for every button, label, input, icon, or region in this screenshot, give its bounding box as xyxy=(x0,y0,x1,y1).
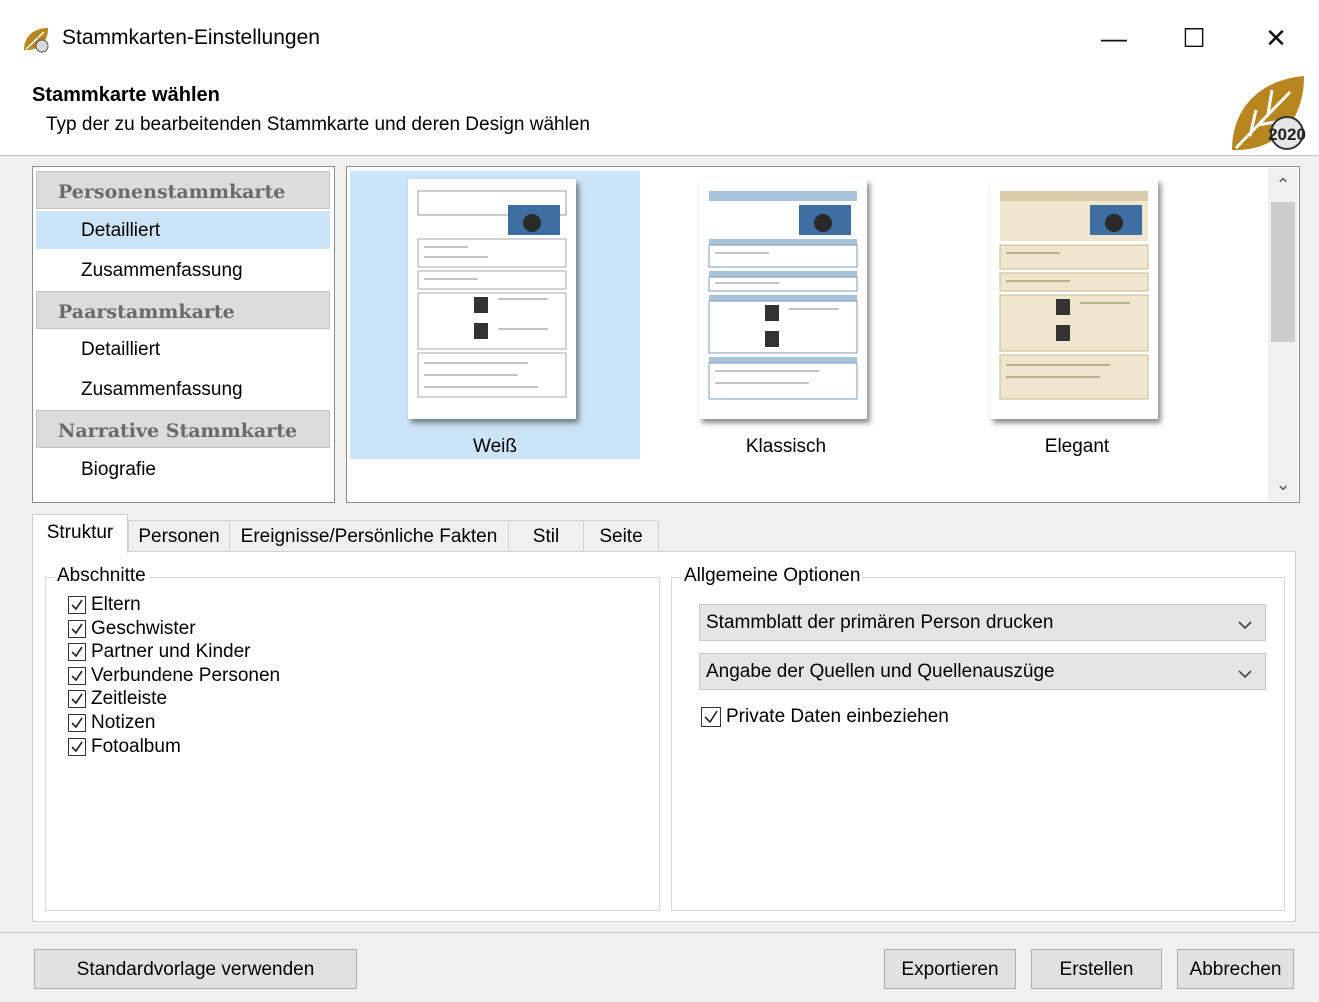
checkbox-verbundene-personen[interactable]: Verbundene Personen xyxy=(68,665,280,687)
logo-year: 2020 xyxy=(1268,125,1306,144)
tab-personen[interactable]: Personen xyxy=(128,520,230,552)
chevron-down-icon xyxy=(1237,615,1253,637)
design-label-klassisch: Klassisch xyxy=(745,436,827,457)
tab-panel-struktur: Abschnitte Eltern Geschwister Partner un… xyxy=(32,551,1296,922)
design-tile-weiss[interactable]: Weiß xyxy=(350,171,640,459)
print-mode-dropdown[interactable]: Stammblatt der primären Person drucken xyxy=(699,604,1266,641)
close-icon: ✕ xyxy=(1265,22,1287,53)
app-leaf-icon xyxy=(20,24,52,54)
card-type-item-paar-detailliert[interactable]: Detailliert xyxy=(36,330,330,368)
sources-dropdown[interactable]: Angabe der Quellen und Quellenauszüge xyxy=(699,653,1266,690)
gallery-scrollbar[interactable]: ⌃ ⌄ xyxy=(1268,168,1298,501)
design-preview-klassisch xyxy=(699,179,867,419)
window-title: Stammkarten-Einstellungen xyxy=(62,26,320,49)
scroll-up-icon[interactable]: ⌃ xyxy=(1268,170,1298,200)
group-paarstammkarte: Paarstammkarte xyxy=(36,291,330,329)
card-type-item-person-detailliert[interactable]: Detailliert xyxy=(36,211,330,249)
tab-seite[interactable]: Seite xyxy=(583,520,659,552)
checkbox-label: Notizen xyxy=(91,712,156,733)
checkbox-geschwister[interactable]: Geschwister xyxy=(68,618,196,640)
maximize-button[interactable]: ☐ xyxy=(1164,12,1224,64)
scroll-thumb[interactable] xyxy=(1271,202,1295,342)
checkbox-fotoalbum[interactable]: Fotoalbum xyxy=(68,736,181,758)
group-narrative-stammkarte: Narrative Stammkarte xyxy=(36,410,330,448)
minimize-icon: — xyxy=(1101,22,1127,53)
page-title: Stammkarte wählen xyxy=(32,84,220,106)
design-label-elegant: Elegant xyxy=(1044,436,1110,457)
checkmark-icon xyxy=(68,596,86,614)
sources-value: Angabe der Quellen und Quellenauszüge xyxy=(706,661,1055,682)
app-logo: 2020 xyxy=(1228,70,1308,154)
checkbox-label: Fotoalbum xyxy=(91,736,181,757)
group-personenstammkarte: Personenstammkarte xyxy=(36,171,330,209)
close-button[interactable]: ✕ xyxy=(1246,12,1306,64)
design-preview-weiss xyxy=(408,179,576,419)
create-button[interactable]: Erstellen xyxy=(1031,949,1162,989)
design-gallery: Weiß Klassisch Elegant ⌃ ⌄ xyxy=(346,166,1300,503)
sections-group-title: Abschnitte xyxy=(55,565,148,587)
design-tile-elegant[interactable]: Elegant xyxy=(932,171,1222,459)
card-type-item-paar-zusammenfassung[interactable]: Zusammenfassung xyxy=(36,370,330,408)
checkbox-label: Geschwister xyxy=(91,618,196,639)
checkmark-icon xyxy=(68,714,86,732)
minimize-button[interactable]: — xyxy=(1084,12,1144,64)
general-options-title: Allgemeine Optionen xyxy=(682,565,863,587)
page-subtitle: Typ der zu bearbeitenden Stammkarte und … xyxy=(46,114,590,135)
tab-struktur[interactable]: Struktur xyxy=(32,514,128,553)
checkmark-icon xyxy=(68,667,86,685)
checkbox-label: Zeitleiste xyxy=(91,688,168,709)
maximize-icon: ☐ xyxy=(1182,22,1206,53)
checkbox-private-daten[interactable]: Private Daten einbeziehen xyxy=(701,706,949,728)
scroll-down-icon[interactable]: ⌄ xyxy=(1268,469,1298,499)
checkmark-icon xyxy=(68,643,86,661)
checkbox-notizen[interactable]: Notizen xyxy=(68,712,155,734)
checkbox-partner-und-kinder[interactable]: Partner und Kinder xyxy=(68,641,251,663)
chevron-down-icon xyxy=(1237,664,1253,686)
export-button[interactable]: Exportieren xyxy=(884,949,1016,989)
checkbox-label: Partner und Kinder xyxy=(91,641,251,662)
checkmark-icon xyxy=(701,707,721,727)
checkbox-zeitleiste[interactable]: Zeitleiste xyxy=(68,688,167,710)
design-label-weiss: Weiß xyxy=(473,436,517,457)
default-template-button[interactable]: Standardvorlage verwenden xyxy=(34,949,357,989)
print-mode-value: Stammblatt der primären Person drucken xyxy=(706,612,1054,633)
checkbox-label: Verbundene Personen xyxy=(91,665,281,686)
card-type-list: Personenstammkarte Detailliert Zusammenf… xyxy=(32,166,335,503)
checkbox-label: Eltern xyxy=(91,594,141,615)
tab-stil[interactable]: Stil xyxy=(508,520,584,552)
design-preview-elegant xyxy=(990,179,1158,419)
checkmark-icon xyxy=(68,620,86,638)
cancel-button[interactable]: Abbrechen xyxy=(1177,949,1294,989)
footer-divider xyxy=(0,932,1319,933)
checkmark-icon xyxy=(68,738,86,756)
tab-ereignisse[interactable]: Ereignisse/Persönliche Fakten xyxy=(229,520,509,552)
card-type-item-biografie[interactable]: Biografie xyxy=(36,450,330,488)
checkmark-icon xyxy=(68,690,86,708)
checkbox-label: Private Daten einbeziehen xyxy=(726,706,949,727)
checkbox-eltern[interactable]: Eltern xyxy=(68,594,141,616)
options-tabs: Struktur Personen Ereignisse/Persönliche… xyxy=(32,514,732,553)
design-tile-klassisch[interactable]: Klassisch xyxy=(641,171,931,459)
card-type-item-person-zusammenfassung[interactable]: Zusammenfassung xyxy=(36,251,330,289)
